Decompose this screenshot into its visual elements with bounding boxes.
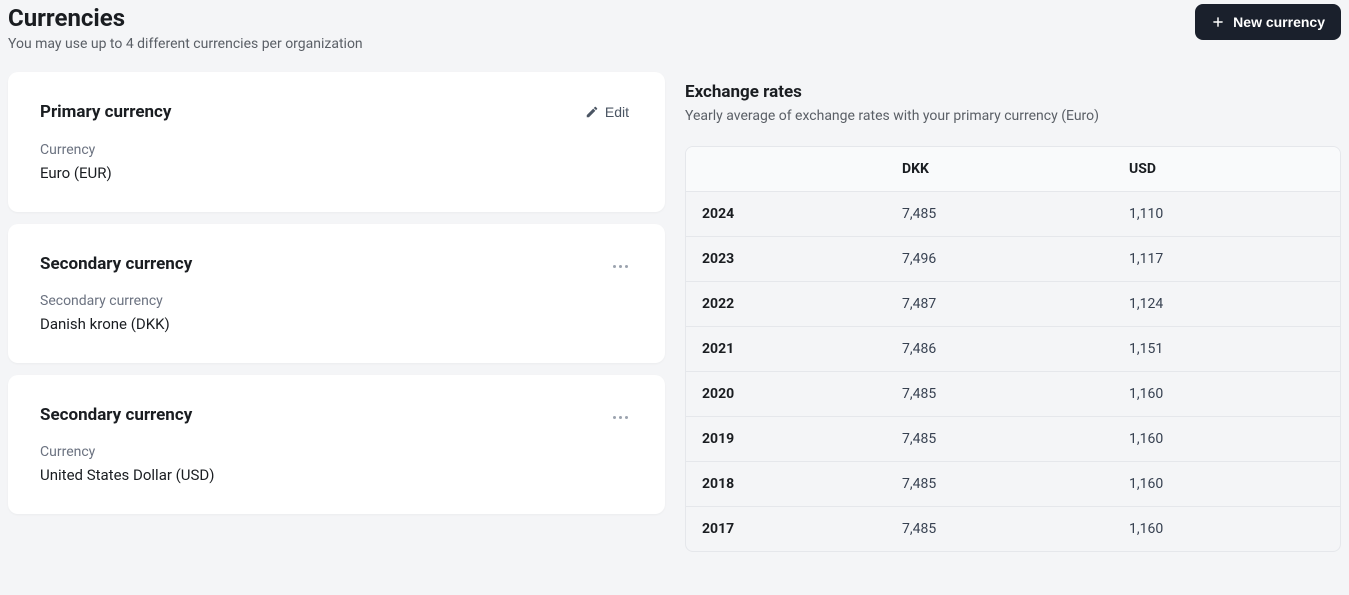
dkk-cell: 7,485 xyxy=(886,192,1113,237)
usd-cell: 1,117 xyxy=(1113,237,1340,282)
dkk-cell: 7,496 xyxy=(886,237,1113,282)
page-title: Currencies xyxy=(8,4,363,32)
year-cell: 2019 xyxy=(686,417,886,462)
secondary-menu-button[interactable] xyxy=(607,403,633,426)
table-row: 2022 7,487 1,124 xyxy=(686,282,1340,327)
usd-cell: 1,151 xyxy=(1113,327,1340,372)
new-currency-label: New currency xyxy=(1233,14,1325,30)
kebab-icon xyxy=(611,256,629,271)
year-cell: 2023 xyxy=(686,237,886,282)
year-cell: 2017 xyxy=(686,507,886,551)
page-subtitle: You may use up to 4 different currencies… xyxy=(8,36,363,52)
edit-label: Edit xyxy=(605,104,629,120)
secondary-menu-button[interactable] xyxy=(607,252,633,275)
table-row: 2021 7,486 1,151 xyxy=(686,327,1340,372)
usd-cell: 1,110 xyxy=(1113,192,1340,237)
dkk-cell: 7,485 xyxy=(886,507,1113,551)
secondary-currency-card: Secondary currency Secondary currency Da… xyxy=(8,224,665,363)
dkk-cell: 7,486 xyxy=(886,327,1113,372)
table-header-year xyxy=(686,147,886,192)
new-currency-button[interactable]: New currency xyxy=(1195,4,1341,40)
year-cell: 2024 xyxy=(686,192,886,237)
secondary-field-label: Secondary currency xyxy=(40,293,633,309)
secondary-field-value: United States Dollar (USD) xyxy=(40,466,633,484)
secondary-field-value: Danish krone (DKK) xyxy=(40,315,633,333)
table-row: 2017 7,485 1,160 xyxy=(686,507,1340,551)
primary-currency-title: Primary currency xyxy=(40,102,171,122)
secondary-field-label: Currency xyxy=(40,444,633,460)
table-row: 2019 7,485 1,160 xyxy=(686,417,1340,462)
exchange-rates-subtitle: Yearly average of exchange rates with yo… xyxy=(685,108,1341,124)
secondary-currency-title: Secondary currency xyxy=(40,405,192,425)
primary-currency-card: Primary currency Edit Currency Euro (EUR… xyxy=(8,72,665,212)
edit-primary-button[interactable]: Edit xyxy=(581,100,633,124)
secondary-currency-title: Secondary currency xyxy=(40,254,192,274)
exchange-rates-title: Exchange rates xyxy=(685,72,1341,102)
year-cell: 2022 xyxy=(686,282,886,327)
exchange-rates-table: DKK USD 2024 7,485 1,110 2023 7,496 1,11… xyxy=(685,146,1341,552)
table-header-usd: USD xyxy=(1113,147,1340,192)
table-header-dkk: DKK xyxy=(886,147,1113,192)
table-row: 2024 7,485 1,110 xyxy=(686,192,1340,237)
dkk-cell: 7,485 xyxy=(886,372,1113,417)
year-cell: 2021 xyxy=(686,327,886,372)
year-cell: 2020 xyxy=(686,372,886,417)
usd-cell: 1,160 xyxy=(1113,417,1340,462)
usd-cell: 1,160 xyxy=(1113,372,1340,417)
kebab-icon xyxy=(611,407,629,422)
table-row: 2023 7,496 1,117 xyxy=(686,237,1340,282)
table-row: 2018 7,485 1,160 xyxy=(686,462,1340,507)
primary-field-label: Currency xyxy=(40,142,633,158)
usd-cell: 1,124 xyxy=(1113,282,1340,327)
year-cell: 2018 xyxy=(686,462,886,507)
secondary-currency-card: Secondary currency Currency United State… xyxy=(8,375,665,514)
dkk-cell: 7,485 xyxy=(886,417,1113,462)
primary-field-value: Euro (EUR) xyxy=(40,164,633,182)
pencil-icon xyxy=(585,105,599,119)
dkk-cell: 7,485 xyxy=(886,462,1113,507)
plus-icon xyxy=(1211,15,1225,29)
usd-cell: 1,160 xyxy=(1113,507,1340,551)
dkk-cell: 7,487 xyxy=(886,282,1113,327)
table-row: 2020 7,485 1,160 xyxy=(686,372,1340,417)
usd-cell: 1,160 xyxy=(1113,462,1340,507)
